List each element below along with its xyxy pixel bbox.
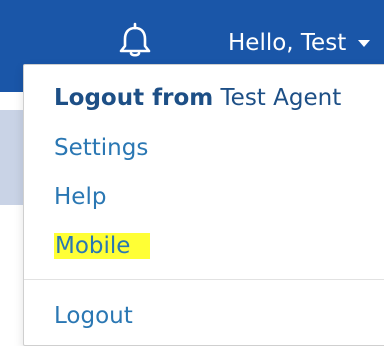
menu-item-settings[interactable]: Settings [54,135,148,161]
background-panel-strip [0,110,24,205]
menu-header-agent-name: Test Agent [220,85,342,111]
menu-header: Logout from Test Agent [54,85,341,111]
greeting-label: Hello, Test [228,30,347,56]
caret-down-icon [358,39,371,47]
menu-item-logout[interactable]: Logout [54,303,133,329]
menu-item-mobile[interactable]: Mobile [54,233,151,259]
user-dropdown-menu: Logout from Test Agent Settings Help Mob… [23,64,384,346]
bell-icon[interactable] [117,22,153,58]
menu-item-help[interactable]: Help [54,184,106,210]
menu-divider [24,279,384,280]
user-menu-toggle[interactable]: Hello, Test [228,30,371,56]
menu-header-action: Logout from [54,85,214,111]
